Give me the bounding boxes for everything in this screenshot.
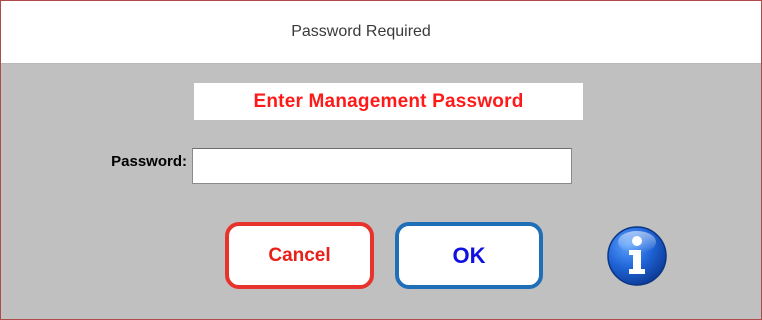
cancel-button[interactable]: Cancel xyxy=(225,222,374,289)
info-icon xyxy=(607,226,667,286)
window-title: Password Required xyxy=(291,23,431,40)
ok-button[interactable]: OK xyxy=(395,222,543,289)
heading-box: Enter Management Password xyxy=(194,83,583,120)
password-label: Password: xyxy=(111,153,187,170)
password-field[interactable] xyxy=(192,148,572,184)
title-bar[interactable]: Password Required xyxy=(1,1,761,64)
password-dialog: Password Required Enter Management Passw… xyxy=(0,0,762,320)
dialog-heading: Enter Management Password xyxy=(253,90,524,112)
ok-button-label: OK xyxy=(452,242,486,268)
cancel-button-label: Cancel xyxy=(268,244,331,266)
